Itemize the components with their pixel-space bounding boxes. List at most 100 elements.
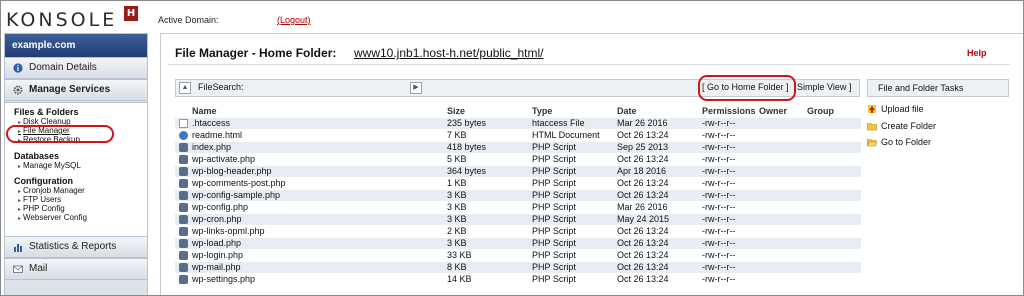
path-folder-link[interactable]: /public_html/ — [476, 46, 543, 60]
table-row[interactable]: wp-settings.php 14 KB PHP Script Oct 26 13:… — [175, 274, 861, 285]
sidebar-item-manage-services[interactable]: Manage Services — [5, 79, 147, 101]
column-header-name[interactable]: Name — [192, 106, 217, 116]
php-file-icon — [179, 191, 188, 200]
file-name[interactable]: wp-mail.php — [192, 262, 241, 273]
current-path: www10.jnb1.host-h.net/public_html/ — [354, 46, 543, 60]
file-name[interactable]: .htaccess — [192, 118, 230, 129]
column-header-owner[interactable]: Owner — [759, 106, 787, 116]
file-folder-tasks-header: File and Folder Tasks — [867, 79, 1009, 97]
help-link[interactable]: Help — [967, 48, 987, 58]
column-header-size[interactable]: Size — [447, 106, 465, 116]
file-name[interactable]: wp-links-opml.php — [192, 226, 265, 237]
file-type: PHP Script — [532, 214, 576, 224]
table-row[interactable]: wp-config-sample.php 3 KB PHP Script Oct 26… — [175, 190, 861, 201]
file-name[interactable]: wp-activate.php — [192, 154, 255, 165]
link-manage-mysql[interactable]: Manage MySQL — [18, 161, 81, 172]
konsole-logo: KONSOLE — [6, 9, 118, 31]
file-name[interactable]: wp-login.php — [192, 250, 243, 261]
file-permissions: -rw-r--r-- — [702, 178, 736, 188]
file-name[interactable]: wp-blog-header.php — [192, 166, 272, 177]
file-type: HTML Document — [532, 130, 600, 140]
path-domain-link[interactable]: www10.jnb1.host-h.net — [354, 46, 476, 60]
file-name[interactable]: wp-load.php — [192, 238, 241, 249]
file-size: 364 bytes — [447, 166, 487, 176]
main-panel: File Manager - Home Folder: www10.jnb1.h… — [160, 33, 1023, 295]
file-permissions: -rw-r--r-- — [702, 274, 736, 284]
file-name[interactable]: wp-comments-post.php — [192, 178, 286, 189]
file-name[interactable]: wp-settings.php — [192, 274, 255, 285]
column-header-type[interactable]: Type — [532, 106, 552, 116]
file-name[interactable]: wp-config.php — [192, 202, 248, 213]
section-databases: Databases — [14, 151, 60, 161]
logout-link[interactable]: (Logout) — [277, 15, 311, 25]
php-file-icon — [179, 179, 188, 188]
task-label: Go to Folder — [881, 137, 932, 147]
column-header-date[interactable]: Date — [617, 106, 637, 116]
up-arrow-icon[interactable]: ▲ — [179, 82, 191, 94]
table-row[interactable]: readme.html 7 KB HTML Document Oct 26 13:24… — [175, 130, 861, 141]
sidebar: example.com Domain Details Manage Servic… — [4, 33, 148, 295]
column-header-group[interactable]: Group — [807, 106, 834, 116]
file-date: Mar 26 2016 — [617, 118, 668, 128]
file-permissions: -rw-r--r-- — [702, 262, 736, 272]
table-row[interactable]: wp-login.php 33 KB PHP Script Oct 26 13:24 -… — [175, 250, 861, 261]
php-file-icon — [179, 143, 188, 152]
sidebar-item-statistics[interactable]: Statistics & Reports — [5, 236, 147, 258]
file-permissions: -rw-r--r-- — [702, 190, 736, 200]
file-type: PHP Script — [532, 166, 576, 176]
file-name[interactable]: index.php — [192, 142, 231, 153]
file-name[interactable]: wp-cron.php — [192, 214, 242, 225]
file-permissions: -rw-r--r-- — [702, 166, 736, 176]
file-size: 1 KB — [447, 178, 467, 188]
manage-services-panel: Files & Folders Disk Cleanup File Manage… — [5, 102, 147, 237]
file-search-label: FileSearch: — [198, 82, 244, 92]
simple-view-button[interactable]: Simple View ] — [797, 82, 851, 92]
file-name[interactable]: wp-config-sample.php — [192, 190, 280, 201]
table-row[interactable]: wp-cron.php 3 KB PHP Script May 24 2015 -rw-… — [175, 214, 861, 225]
go-arrow-icon[interactable]: ▶ — [410, 82, 422, 94]
file-permissions: -rw-r--r-- — [702, 226, 736, 236]
sidebar-item-label: Manage Services — [29, 84, 111, 95]
table-row[interactable]: wp-links-opml.php 2 KB PHP Script Oct 26 13… — [175, 226, 861, 237]
file-name[interactable]: readme.html — [192, 130, 242, 141]
divider — [168, 64, 1010, 65]
file-type: PHP Script — [532, 238, 576, 248]
file-date: Oct 26 13:24 — [617, 226, 669, 236]
file-size: 235 bytes — [447, 118, 487, 128]
table-row[interactable]: wp-activate.php 5 KB PHP Script Oct 26 13:2… — [175, 154, 861, 165]
sidebar-item-label: Mail — [29, 263, 48, 274]
link-webserver-config[interactable]: Webserver Config — [18, 213, 87, 224]
file-date: Oct 26 13:24 — [617, 130, 669, 140]
sidebar-item-label: Statistics & Reports — [29, 241, 117, 252]
table-row[interactable]: wp-load.php 3 KB PHP Script Oct 26 13:24 -rw… — [175, 238, 861, 249]
table-row[interactable]: .htaccess 235 bytes htaccess File Mar 26 20… — [175, 118, 861, 129]
file-type: PHP Script — [532, 202, 576, 212]
table-row[interactable]: wp-blog-header.php 364 bytes PHP Script Apr… — [175, 166, 861, 177]
table-row[interactable]: wp-comments-post.php 1 KB PHP Script Oct 26… — [175, 178, 861, 189]
file-permissions: -rw-r--r-- — [702, 142, 736, 152]
sidebar-item-mail[interactable]: Mail — [5, 258, 147, 280]
table-row[interactable]: wp-config.php 3 KB PHP Script Mar 26 2016 -r… — [175, 202, 861, 213]
php-file-icon — [179, 215, 188, 224]
page-title: File Manager - Home Folder: — [175, 46, 337, 60]
php-file-icon — [179, 227, 188, 236]
table-row[interactable]: wp-mail.php 8 KB PHP Script Oct 26 13:24 -rw… — [175, 262, 861, 273]
file-size: 3 KB — [447, 190, 467, 200]
app-frame: KONSOLE H Active Domain: (Logout) exampl… — [0, 0, 1024, 296]
file-manager-highlight-circle — [6, 125, 114, 143]
table-row[interactable]: index.php 418 bytes PHP Script Sep 25 2013 -… — [175, 142, 861, 153]
file-type: PHP Script — [532, 178, 576, 188]
file-size: 7 KB — [447, 130, 467, 140]
file-type: PHP Script — [532, 250, 576, 260]
sidebar-domain-header[interactable]: example.com — [5, 34, 147, 57]
php-file-icon — [179, 203, 188, 212]
bar-chart-icon — [14, 244, 22, 252]
active-domain-label: Active Domain: — [158, 15, 219, 25]
section-files-folders: Files & Folders — [14, 107, 79, 117]
html-file-icon — [179, 131, 188, 140]
task-label: Upload file — [881, 104, 924, 114]
sidebar-item-domain-details[interactable]: Domain Details — [5, 57, 147, 79]
column-header-permissions[interactable]: Permissions — [702, 106, 756, 116]
upload-icon — [868, 105, 876, 113]
file-date: Oct 26 13:24 — [617, 274, 669, 284]
